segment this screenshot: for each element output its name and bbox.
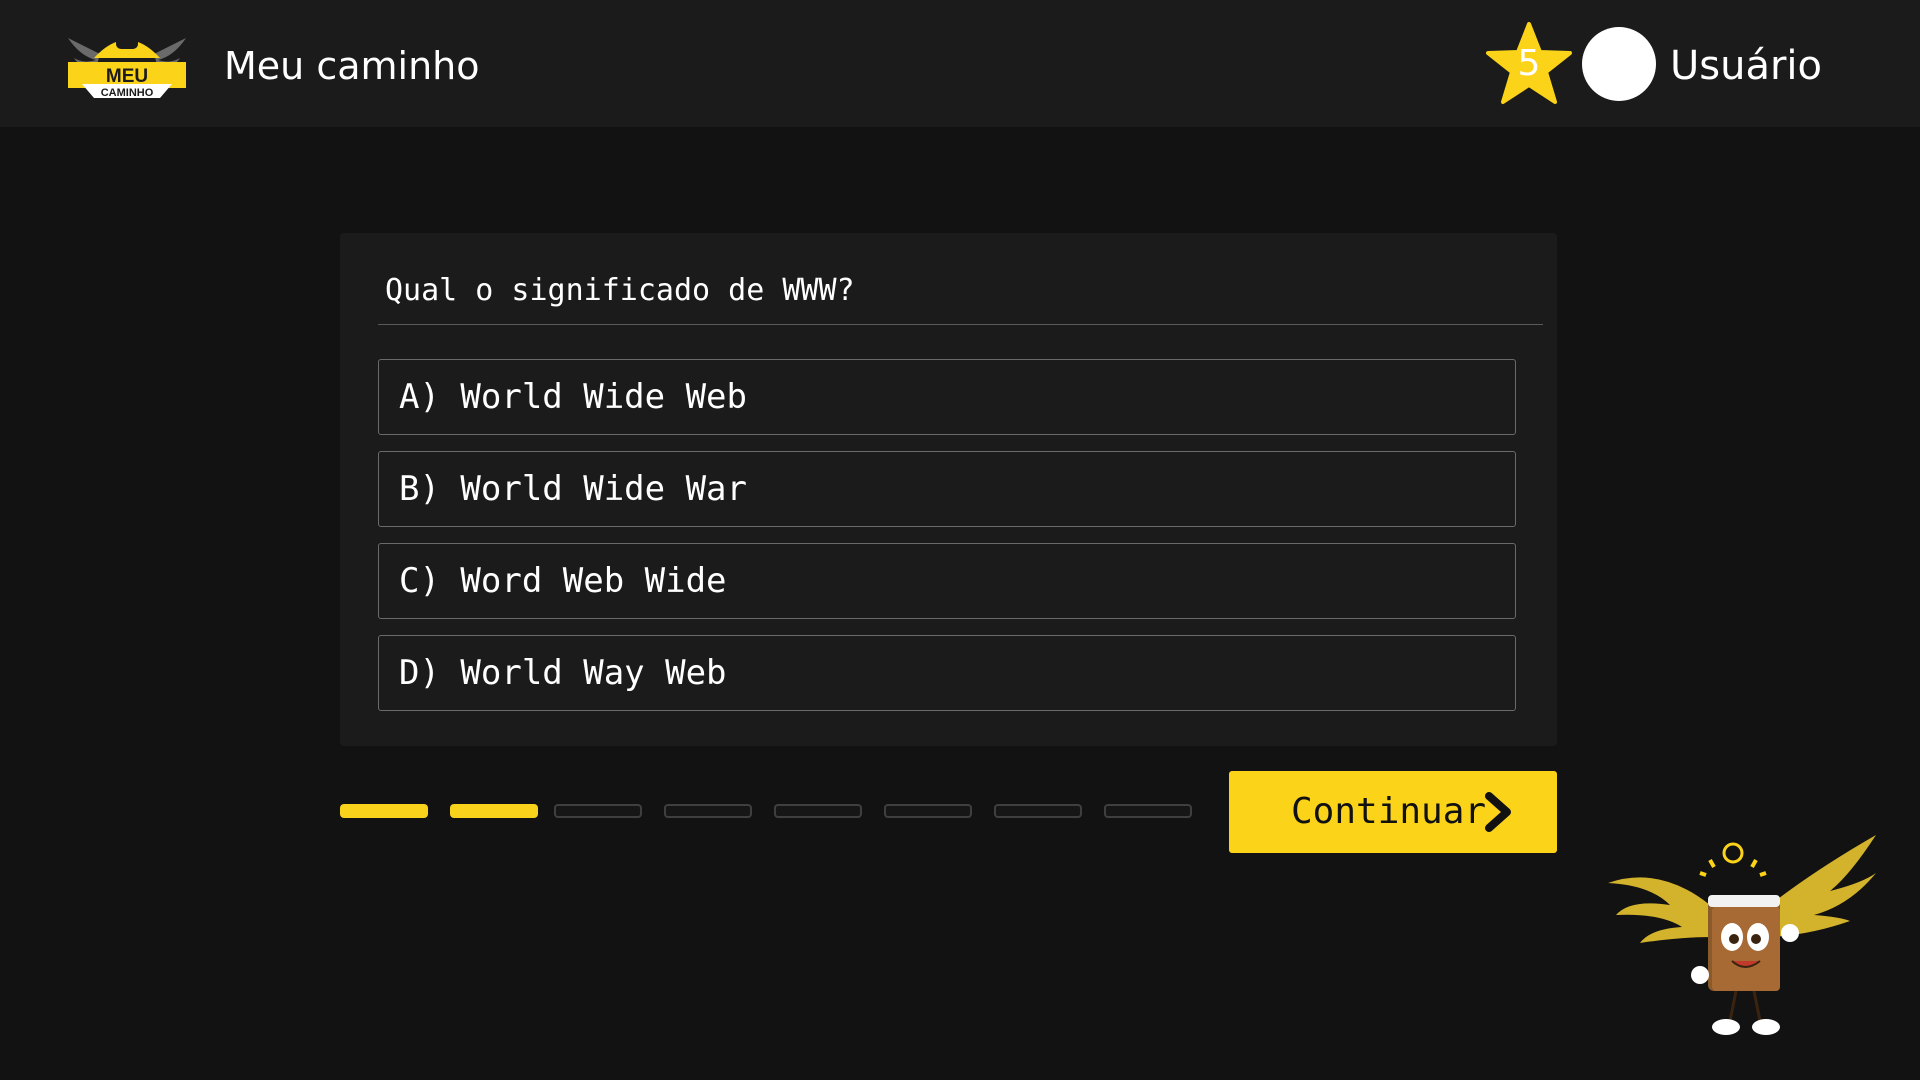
level-number: 5 (1517, 43, 1541, 84)
progress-segment-pending (994, 804, 1082, 818)
continue-button[interactable]: Continuar (1229, 771, 1557, 853)
top-bar: MEU CAMINHO Meu caminho 5 Usuário (0, 0, 1920, 127)
level-badge: 5 (1486, 22, 1572, 106)
progress-segment-pending (884, 804, 972, 818)
quiz-progress-bar (340, 804, 1202, 818)
progress-segment-pending (664, 804, 752, 818)
answer-option-label: D) World Way Web (399, 653, 727, 693)
winged-book-mascot-icon (1608, 835, 1876, 1035)
mascot-illustration (1600, 825, 1880, 1050)
user-name[interactable]: Usuário (1670, 42, 1822, 90)
answer-option-label: B) World Wide War (399, 469, 747, 509)
progress-segment-pending (554, 804, 642, 818)
progress-segment-pending (1104, 804, 1192, 818)
answer-option-label: A) World Wide Web (399, 377, 747, 417)
answer-option-d[interactable]: D) World Way Web (378, 635, 1516, 711)
answer-option-c[interactable]: C) Word Web Wide (378, 543, 1516, 619)
logo-emblem-icon: MEU CAMINHO (68, 37, 186, 99)
app-title: Meu caminho (224, 44, 480, 88)
answer-option-a[interactable]: A) World Wide Web (378, 359, 1516, 435)
answer-option-b[interactable]: B) World Wide War (378, 451, 1516, 527)
svg-text:CAMINHO: CAMINHO (101, 87, 154, 99)
question-divider (378, 324, 1543, 325)
question-text: Qual o significado de WWW? (385, 273, 855, 308)
quiz-card: Qual o significado de WWW? A) World Wide… (340, 233, 1557, 746)
answer-option-label: C) Word Web Wide (399, 561, 727, 601)
progress-segment-complete (340, 804, 428, 818)
continue-button-label: Continuar (1291, 791, 1487, 832)
app-logo[interactable]: MEU CAMINHO (60, 28, 194, 104)
progress-segment-pending (774, 804, 862, 818)
progress-segment-complete (450, 804, 538, 818)
chevron-right-icon (1485, 792, 1511, 832)
svg-text:MEU: MEU (106, 66, 148, 87)
user-avatar[interactable] (1582, 27, 1656, 101)
